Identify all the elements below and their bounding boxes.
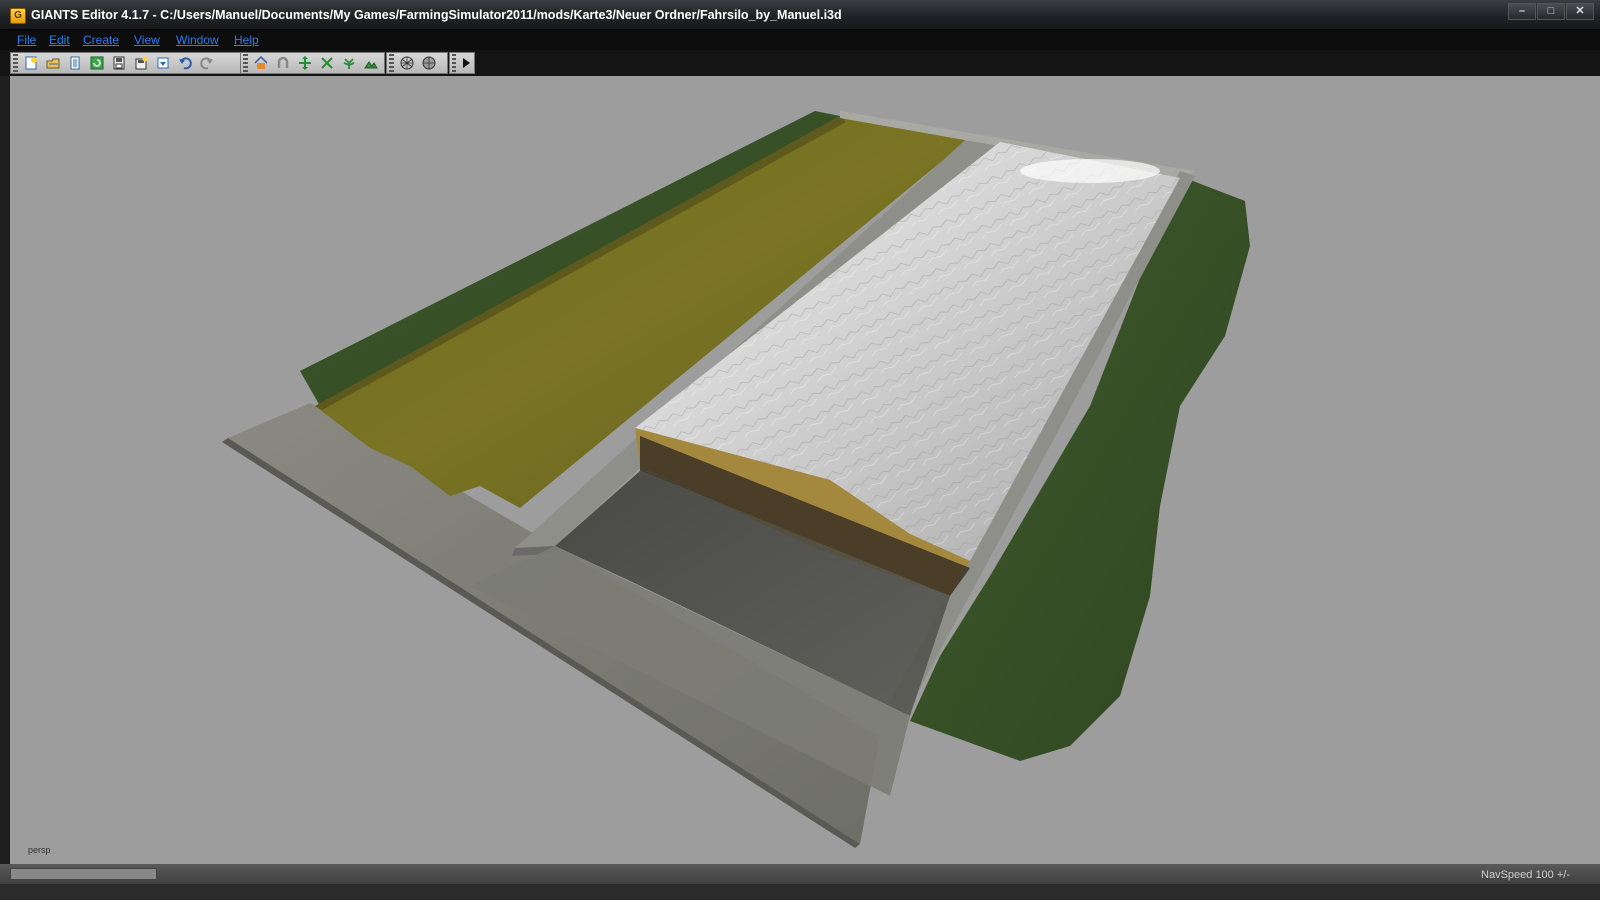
left-panel-edge xyxy=(0,76,10,864)
title-bar: G GIANTS Editor 4.1.7 - C:/Users/Manuel/… xyxy=(0,0,1600,30)
window-title: GIANTS Editor 4.1.7 - C:/Users/Manuel/Do… xyxy=(31,8,842,22)
magnet-icon[interactable] xyxy=(273,54,293,72)
toolbar-file-group xyxy=(10,52,246,74)
move-icon[interactable] xyxy=(295,54,315,72)
menu-file[interactable]: File xyxy=(17,33,36,47)
camera-label: persp xyxy=(28,845,51,855)
save-icon[interactable] xyxy=(109,54,129,72)
giants-editor-icon: G xyxy=(10,8,26,24)
solid-icon[interactable] xyxy=(419,54,439,72)
maximize-button[interactable]: □ xyxy=(1537,3,1565,20)
plant-icon[interactable] xyxy=(339,54,359,72)
toolbar-play-group xyxy=(449,52,475,74)
toolbar-grip[interactable] xyxy=(389,54,394,72)
nav-speed-readout: NavSpeed 100 +/- xyxy=(1481,869,1570,881)
toolbar-grip[interactable] xyxy=(452,54,456,72)
toolbar-grip[interactable] xyxy=(13,54,18,72)
undo-icon[interactable] xyxy=(175,54,195,72)
import-icon[interactable] xyxy=(153,54,173,72)
menu-help[interactable]: Help xyxy=(234,33,259,47)
menu-window[interactable]: Window xyxy=(176,33,219,47)
scale-icon[interactable] xyxy=(317,54,337,72)
close-button[interactable]: ✕ xyxy=(1566,3,1594,20)
menu-bar: File Edit Create View Window Help xyxy=(0,30,1600,50)
terrain-icon[interactable] xyxy=(361,54,381,72)
menu-create[interactable]: Create xyxy=(83,33,119,47)
status-progress xyxy=(10,868,157,880)
minimize-button[interactable]: – xyxy=(1508,3,1536,20)
window-controls: – □ ✕ xyxy=(1507,3,1594,20)
3d-viewport[interactable]: persp xyxy=(10,76,1600,864)
toolbar-render-group xyxy=(386,52,448,74)
menu-edit[interactable]: Edit xyxy=(49,33,70,47)
document-icon[interactable] xyxy=(65,54,85,72)
scene-render xyxy=(222,111,1250,848)
menu-view[interactable]: View xyxy=(134,33,160,47)
home-icon[interactable] xyxy=(251,54,271,72)
toolbar-tools-group xyxy=(240,52,385,74)
redo-icon[interactable] xyxy=(197,54,217,72)
save-as-icon[interactable] xyxy=(131,54,151,72)
play-icon[interactable] xyxy=(459,54,473,72)
toolbar-grip[interactable] xyxy=(243,54,248,72)
open-icon[interactable] xyxy=(43,54,63,72)
toolbar xyxy=(0,50,1600,77)
wire-icon[interactable] xyxy=(397,54,417,72)
taskbar-strip xyxy=(0,884,1600,900)
new-scene-icon[interactable] xyxy=(21,54,41,72)
reload-icon[interactable] xyxy=(87,54,107,72)
